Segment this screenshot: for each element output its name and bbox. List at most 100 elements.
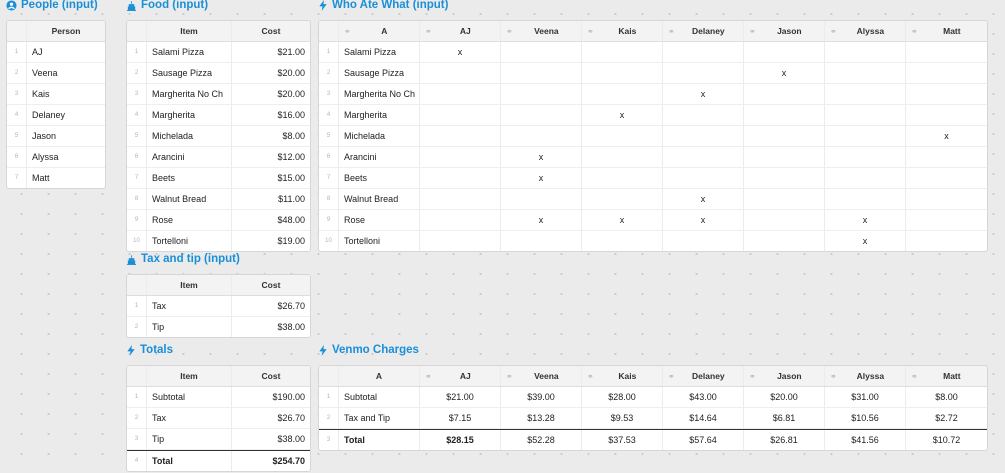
ate-mark-cell[interactable]: x [825,231,906,251]
ate-mark-cell[interactable] [906,42,987,62]
ate-mark-cell[interactable]: x [582,210,663,230]
column-header-jason[interactable]: ⚭ Jason [744,21,825,41]
ate-mark-cell[interactable] [906,147,987,167]
column-header-veena[interactable]: ⚭ Veena [501,366,582,386]
cost-cell[interactable]: $20.00 [232,63,310,83]
item-cell[interactable]: Walnut Bread [147,189,232,209]
column-header-kais[interactable]: ⚭ Kais [582,366,663,386]
item-cell[interactable]: Sausage Pizza [339,63,420,83]
item-cell[interactable]: Tip [147,317,232,337]
item-cell[interactable]: Margherita No Ch [339,84,420,104]
people-title[interactable]: People (input) [6,0,98,13]
charge-cell[interactable]: $20.00 [744,387,825,407]
column-header-kais[interactable]: ⚭ Kais [582,21,663,41]
column-header-aj[interactable]: ⚭ AJ [420,366,501,386]
item-cell[interactable]: Tortelloni [339,231,420,251]
ate-mark-cell[interactable] [744,210,825,230]
ate-mark-cell[interactable] [420,147,501,167]
totals-title[interactable]: Totals [126,342,173,358]
ate-mark-cell[interactable] [420,63,501,83]
person-cell[interactable]: Kais [27,84,105,104]
ate-mark-cell[interactable] [582,147,663,167]
charge-cell[interactable]: $8.00 [906,387,987,407]
ate-mark-cell[interactable] [825,147,906,167]
ate-mark-cell[interactable]: x [663,210,744,230]
column-header-cost[interactable]: Cost [232,275,310,295]
ate-mark-cell[interactable] [420,84,501,104]
cost-cell[interactable]: $38.00 [232,317,310,337]
ate-mark-cell[interactable]: x [663,84,744,104]
charge-cell[interactable]: $28.15 [420,430,501,450]
ate-mark-cell[interactable] [825,168,906,188]
ate-mark-cell[interactable] [744,105,825,125]
ate-mark-cell[interactable] [663,147,744,167]
charge-cell[interactable]: $6.81 [744,408,825,428]
column-header-delaney[interactable]: ⚭ Delaney [663,21,744,41]
charge-cell[interactable]: $9.53 [582,408,663,428]
ate-mark-cell[interactable]: x [501,147,582,167]
cost-cell[interactable]: $21.00 [232,42,310,62]
cost-cell[interactable]: $254.70 [232,451,310,471]
charge-cell[interactable]: $43.00 [663,387,744,407]
item-cell[interactable]: Subtotal [147,387,232,407]
cost-cell[interactable]: $26.70 [232,408,310,428]
ate-mark-cell[interactable] [501,84,582,104]
cost-cell[interactable]: $190.00 [232,387,310,407]
column-header-a[interactable]: ⚭ A [339,21,420,41]
item-cell[interactable]: Sausage Pizza [147,63,232,83]
column-header-item[interactable]: Item [147,366,232,386]
ate-mark-cell[interactable]: x [420,42,501,62]
ate-mark-cell[interactable] [582,231,663,251]
item-cell[interactable]: Rose [339,210,420,230]
charge-cell[interactable]: $26.81 [744,430,825,450]
ate-mark-cell[interactable] [825,63,906,83]
tax-tip-title[interactable]: Tax and tip (input) [126,251,240,267]
charge-cell[interactable]: $2.72 [906,408,987,428]
ate-mark-cell[interactable]: x [501,210,582,230]
ate-mark-cell[interactable] [663,231,744,251]
ate-mark-cell[interactable] [501,105,582,125]
charge-cell[interactable]: $37.53 [582,430,663,450]
charge-cell[interactable]: $14.64 [663,408,744,428]
ate-mark-cell[interactable] [501,42,582,62]
ate-mark-cell[interactable] [906,84,987,104]
item-cell[interactable]: Beets [339,168,420,188]
ate-mark-cell[interactable] [420,189,501,209]
item-cell[interactable]: Total [339,430,420,450]
ate-mark-cell[interactable] [582,84,663,104]
charge-cell[interactable]: $41.56 [825,430,906,450]
item-cell[interactable]: Rose [147,210,232,230]
column-header-cost[interactable]: Cost [232,366,310,386]
column-header-cost[interactable]: Cost [232,21,310,41]
column-header-delaney[interactable]: ⚭ Delaney [663,366,744,386]
charge-cell[interactable]: $52.28 [501,430,582,450]
ate-mark-cell[interactable] [825,189,906,209]
column-header-matt[interactable]: ⚭ Matt [906,366,987,386]
ate-mark-cell[interactable] [825,42,906,62]
ate-mark-cell[interactable]: x [744,63,825,83]
item-cell[interactable]: Tax and Tip [339,408,420,428]
ate-mark-cell[interactable] [906,210,987,230]
column-header-item[interactable]: Item [147,21,232,41]
cost-cell[interactable]: $38.00 [232,429,310,449]
ate-mark-cell[interactable] [906,168,987,188]
ate-mark-cell[interactable] [582,42,663,62]
ate-mark-cell[interactable] [663,168,744,188]
cost-cell[interactable]: $8.00 [232,126,310,146]
column-header-alyssa[interactable]: ⚭ Alyssa [825,21,906,41]
ate-mark-cell[interactable] [501,63,582,83]
item-cell[interactable]: Tortelloni [147,231,232,251]
cost-cell[interactable]: $19.00 [232,231,310,251]
item-cell[interactable]: Margherita [339,105,420,125]
item-cell[interactable]: Beets [147,168,232,188]
ate-mark-cell[interactable] [825,126,906,146]
item-cell[interactable]: Salami Pizza [339,42,420,62]
venmo-charges-title[interactable]: Venmo Charges [318,342,419,358]
ate-mark-cell[interactable]: x [825,210,906,230]
charge-cell[interactable]: $39.00 [501,387,582,407]
ate-mark-cell[interactable] [501,126,582,146]
ate-mark-cell[interactable] [420,231,501,251]
item-cell[interactable]: Margherita [147,105,232,125]
item-cell[interactable]: Michelada [339,126,420,146]
ate-mark-cell[interactable] [582,63,663,83]
